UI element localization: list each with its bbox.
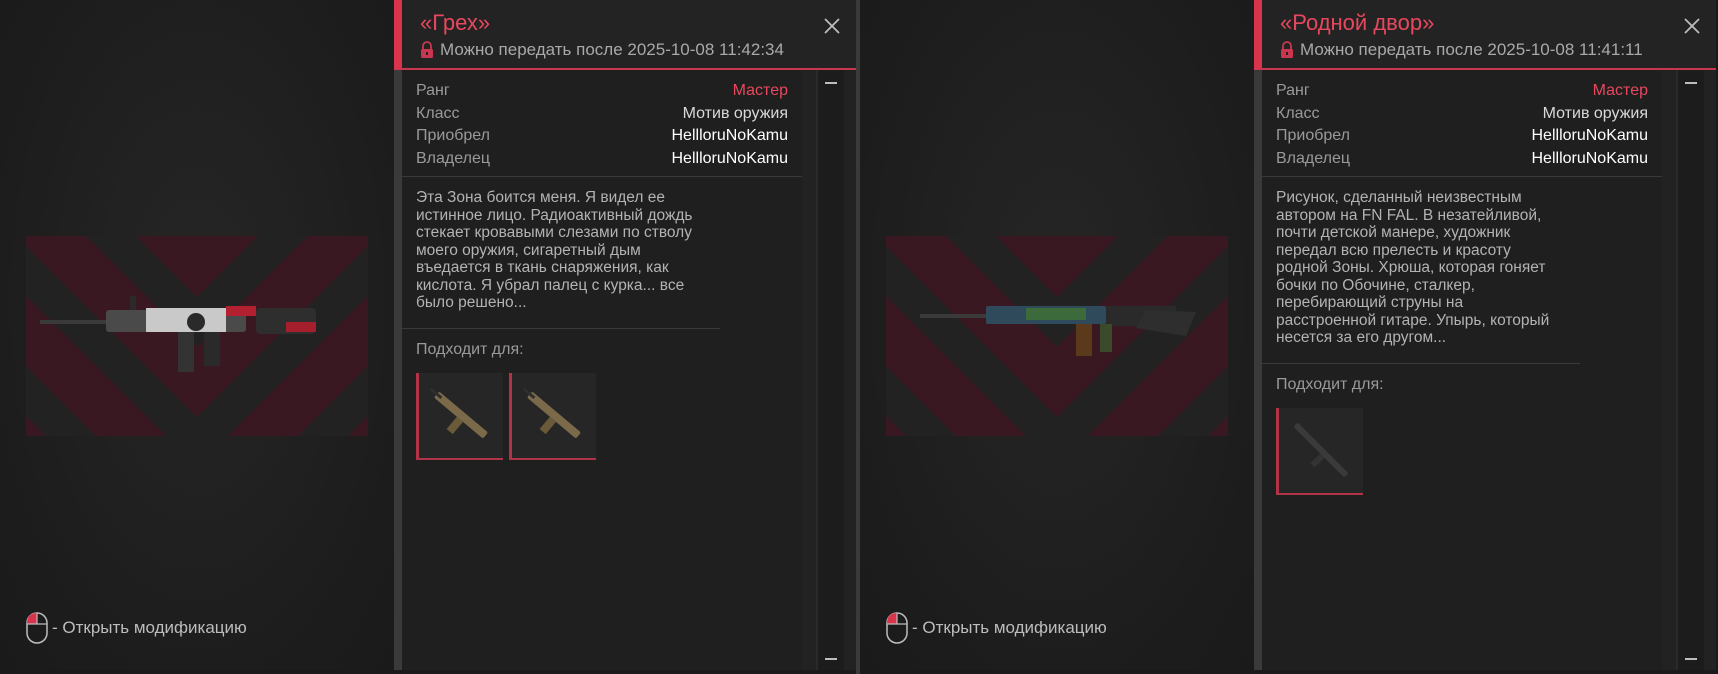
- rifle-image: [920, 306, 1196, 356]
- weapon-preview-background: [26, 236, 368, 436]
- stat-label: Класс: [1276, 104, 1320, 122]
- compatible-weapon-slot[interactable]: [509, 372, 596, 460]
- hint-text: - Открыть модификацию: [52, 618, 247, 637]
- item-description: Эта Зона боится меня. Я видел ее истинно…: [402, 177, 720, 329]
- rifle-thumbnail: [1294, 422, 1348, 477]
- stat-label: Ранг: [1276, 82, 1310, 99]
- stat-label: Приобрел: [416, 127, 490, 144]
- stats-table: Ранг Мастер Класс Мотив оружия Приобрел …: [1262, 70, 1662, 177]
- mouse-icon: [886, 612, 908, 644]
- transfer-status: Можно передать после 2025-10-08 11:42:34: [420, 40, 856, 60]
- item-info: «Родной двор» Можно передать после 2025-…: [1254, 0, 1716, 670]
- scroll-minus-icon[interactable]: [825, 658, 837, 660]
- rifle-image: [40, 296, 316, 372]
- item-title: «Грех»: [420, 10, 491, 35]
- compatible-weapon-slot[interactable]: [1276, 407, 1363, 495]
- item-header: «Грех» Можно передать после 2025-10-08 1…: [394, 0, 856, 70]
- close-icon[interactable]: [1682, 16, 1702, 36]
- open-modification-hint: - Открыть модификацию: [26, 612, 247, 644]
- stat-row-acquired: Приобрел HellloruNoKamu: [416, 125, 788, 148]
- item-title: «Родной двор»: [1280, 10, 1435, 35]
- weapon-preview-background: [886, 236, 1228, 436]
- item-description: Рисунок, сделанный неизвестным автором н…: [1262, 177, 1580, 364]
- stat-row-owner: Владелец HellloruNoKamu: [1276, 148, 1648, 171]
- item-info: «Грех» Можно передать после 2025-10-08 1…: [394, 0, 856, 670]
- stat-row-acquired: Приобрел HellloruNoKamu: [1276, 125, 1648, 148]
- hint-text: - Открыть модификацию: [912, 618, 1107, 637]
- compatible-weapon-slot[interactable]: [416, 372, 503, 460]
- stat-row-owner: Владелец HellloruNoKamu: [416, 148, 788, 171]
- close-icon[interactable]: [822, 16, 842, 36]
- stat-value: Мастер: [1592, 82, 1648, 99]
- rifle-thumbnail: [522, 387, 581, 438]
- compatible-section: Подходит для:: [1262, 364, 1662, 507]
- open-modification-hint: - Открыть модификацию: [886, 612, 1107, 644]
- stat-value: HellloruNoKamu: [671, 127, 789, 144]
- scrollbar[interactable]: [816, 70, 844, 670]
- stats-table: Ранг Мастер Класс Мотив оружия Приобрел …: [402, 70, 802, 177]
- stat-label: Владелец: [416, 149, 491, 167]
- stat-row-class: Класс Мотив оружия: [416, 103, 788, 126]
- scroll-minus-icon[interactable]: [1685, 82, 1697, 84]
- stat-row-rank: Ранг Мастер: [416, 80, 788, 103]
- item-tooltip-sin: - Открыть модификацию «Грех» Можно перед…: [0, 0, 856, 670]
- compatible-list: [416, 372, 788, 460]
- lock-icon: [1281, 41, 1293, 58]
- stat-value: HellloruNoKamu: [671, 149, 789, 167]
- stat-label: Класс: [416, 104, 460, 122]
- compatible-section: Подходит для:: [402, 329, 802, 472]
- stat-value: HellloruNoKamu: [1531, 149, 1649, 167]
- stat-value: Мастер: [732, 82, 788, 99]
- transfer-text: Можно передать после 2025-10-08 11:41:11: [1300, 40, 1643, 59]
- weapon-preview: - Открыть модификацию: [0, 0, 394, 670]
- compatible-label: Подходит для:: [416, 340, 524, 358]
- transfer-status: Можно передать после 2025-10-08 11:41:11: [1280, 40, 1716, 60]
- compatible-label: Подходит для:: [1276, 375, 1384, 393]
- item-header: «Родной двор» Можно передать после 2025-…: [1254, 0, 1716, 70]
- stat-row-class: Класс Мотив оружия: [1276, 103, 1648, 126]
- stat-value: Мотив оружия: [1542, 104, 1648, 122]
- item-details: Ранг Мастер Класс Мотив оружия Приобрел …: [1262, 70, 1662, 670]
- item-details: Ранг Мастер Класс Мотив оружия Приобрел …: [402, 70, 802, 670]
- mouse-icon: [26, 612, 48, 644]
- compatible-list: [1276, 407, 1648, 495]
- transfer-text: Можно передать после 2025-10-08 11:42:34: [440, 40, 784, 59]
- scroll-minus-icon[interactable]: [1685, 658, 1697, 660]
- stat-label: Ранг: [416, 82, 450, 99]
- item-tooltip-home-yard: - Открыть модификацию «Родной двор» Можн…: [860, 0, 1716, 670]
- stat-row-rank: Ранг Мастер: [1276, 80, 1648, 103]
- stat-label: Приобрел: [1276, 127, 1350, 144]
- scroll-minus-icon[interactable]: [825, 82, 837, 84]
- lock-icon: [421, 41, 433, 58]
- stat-label: Владелец: [1276, 149, 1351, 167]
- stat-value: HellloruNoKamu: [1531, 127, 1649, 144]
- weapon-preview: - Открыть модификацию: [860, 0, 1254, 670]
- stat-value: Мотив оружия: [682, 104, 788, 122]
- rifle-thumbnail: [429, 387, 488, 438]
- scrollbar[interactable]: [1676, 70, 1704, 670]
